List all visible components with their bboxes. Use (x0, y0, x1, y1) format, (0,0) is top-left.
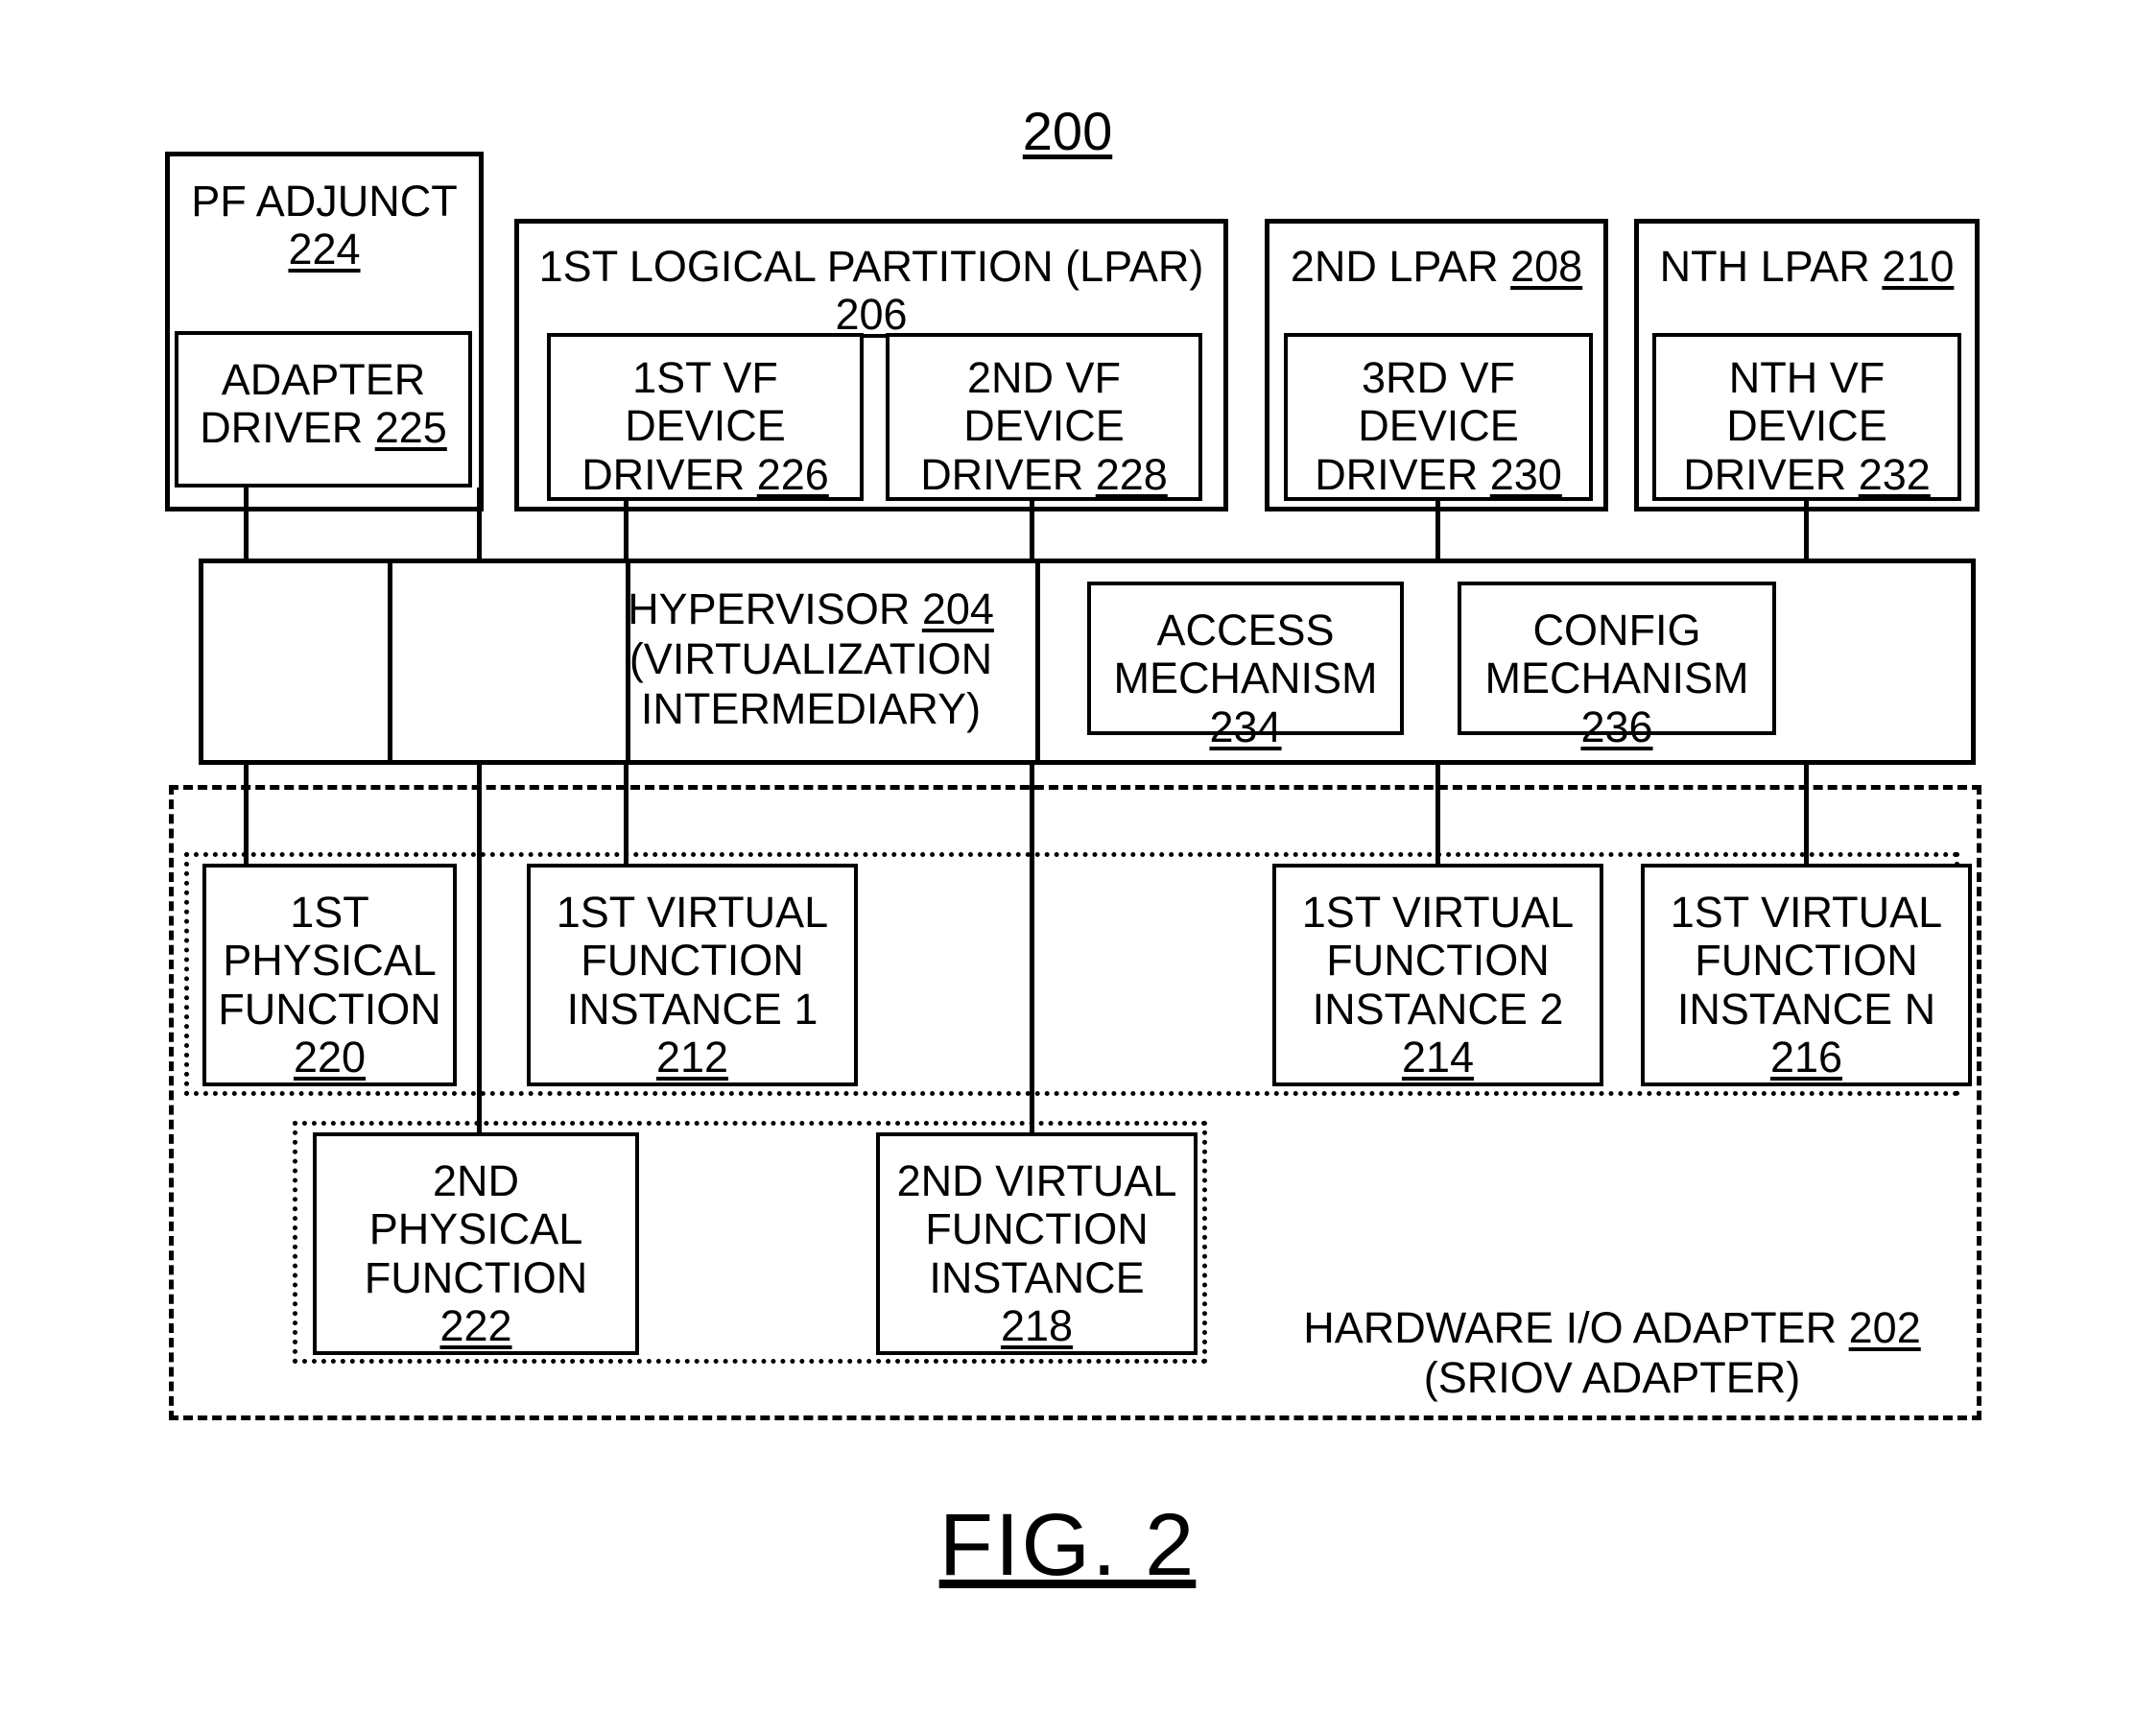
access-mechanism-box: ACCESS MECHANISM 234 (1087, 582, 1404, 751)
config-mechanism-box: CONFIG MECHANISM 236 (1458, 582, 1776, 751)
config-mechanism-ref: 236 (1580, 702, 1653, 751)
lpar-2-title: 2ND LPAR 208 (1290, 242, 1583, 291)
vf-device-driver-226-box: 1ST VF DEVICE DRIVER 226 (547, 333, 864, 501)
first-physical-function-line2: PHYSICAL (223, 936, 437, 986)
adapter-driver-ref: 225 (374, 403, 447, 453)
figure-number-text: 200 (1022, 101, 1113, 161)
vf-device-driver-230-line3-text: DRIVER (1315, 449, 1490, 499)
hypervisor-separator-d (1035, 559, 1040, 765)
vfi1-line1: 1ST VIRTUAL (556, 888, 829, 937)
vfin-line2: FUNCTION (1695, 936, 1918, 986)
vf-device-driver-232-ref: 232 (1858, 449, 1931, 499)
hypervisor-line1: HYPERVISOR 204 (605, 584, 1017, 634)
hardware-io-adapter-line1: HARDWARE I/O ADAPTER 202 (1286, 1303, 1938, 1353)
vfin-ref: 216 (1769, 1033, 1843, 1082)
vf-device-driver-226-ref: 226 (756, 449, 829, 499)
vf-device-driver-228-box: 2ND VF DEVICE DRIVER 228 (886, 333, 1202, 501)
figure-caption: FIG. 2 (0, 1495, 2135, 1597)
lpar-1-title: 1ST LOGICAL PARTITION (LPAR) (538, 242, 1204, 291)
lpar-n-ref: 210 (1882, 242, 1955, 291)
hypervisor-line1-text: HYPERVISOR (628, 584, 922, 633)
vfi1-line2: FUNCTION (581, 936, 804, 986)
vf-device-driver-228-line2: DEVICE (963, 401, 1125, 451)
vf-device-driver-232-line3-text: DRIVER (1683, 449, 1859, 499)
vf-device-driver-226-line3-text: DRIVER (581, 449, 757, 499)
adapter-driver-line2-text: DRIVER (200, 403, 375, 453)
vf-device-driver-228-line3-text: DRIVER (920, 449, 1096, 499)
hypervisor-label: HYPERVISOR 204 (VIRTUALIZATION INTERMEDI… (605, 584, 1017, 733)
first-virtual-function-instance-2-box: 1ST VIRTUAL FUNCTION INSTANCE 2 214 (1272, 864, 1603, 1086)
access-mechanism-ref: 234 (1209, 702, 1282, 751)
config-mechanism-line1: CONFIG (1532, 606, 1701, 654)
vf-device-driver-230-ref: 230 (1489, 449, 1562, 499)
vf-device-driver-232-line2: DEVICE (1726, 401, 1887, 451)
vf-device-driver-232-line1: NTH VF (1728, 353, 1886, 402)
lpar-2-title-text: 2ND LPAR (1290, 242, 1511, 291)
vf-device-driver-230-line1: 3RD VF (1361, 353, 1516, 402)
vf-device-driver-226-line3: DRIVER 226 (581, 449, 829, 499)
first-physical-function-line1: 1ST (290, 888, 369, 937)
access-mechanism-line2: MECHANISM (1113, 654, 1378, 703)
vfi2-line1: 1ST VIRTUAL (1301, 888, 1575, 937)
vf-device-driver-228-line3: DRIVER 228 (920, 449, 1168, 499)
vfin-line1: 1ST VIRTUAL (1670, 888, 1943, 937)
second-physical-function-box: 2ND PHYSICAL FUNCTION 222 (313, 1132, 639, 1355)
vfi-2nd-line1: 2ND VIRTUAL (896, 1156, 1177, 1205)
adapter-driver-line1: ADAPTER (221, 355, 426, 404)
vfi-2nd-line3: INSTANCE (929, 1252, 1145, 1302)
lpar-n-title: NTH LPAR 210 (1659, 242, 1955, 291)
figure-canvas: 200 PF ADJUNCT 224 ADAPTER DRIVER 225 1S… (0, 0, 2135, 1736)
first-physical-function-line3: FUNCTION (218, 984, 441, 1034)
hardware-io-adapter-ref: 202 (1848, 1303, 1921, 1352)
hypervisor-ref: 204 (921, 584, 994, 633)
vf-device-driver-228-line1: 2ND VF (966, 353, 1122, 402)
vfin-line3: INSTANCE N (1676, 984, 1936, 1034)
adapter-driver-line2: DRIVER 225 (200, 404, 447, 452)
first-physical-function-ref: 220 (293, 1033, 367, 1082)
vfi2-ref: 214 (1401, 1033, 1475, 1082)
vf-device-driver-228-ref: 228 (1095, 449, 1168, 499)
second-virtual-function-instance-box: 2ND VIRTUAL FUNCTION INSTANCE 218 (876, 1132, 1198, 1355)
hypervisor-line3: INTERMEDIARY) (640, 683, 982, 733)
vf-device-driver-230-line2: DEVICE (1358, 401, 1519, 451)
vf-device-driver-226-line1: 1ST VF (632, 353, 778, 402)
hypervisor-line2: (VIRTUALIZATION (629, 633, 993, 683)
hypervisor-separator-a (199, 559, 203, 765)
config-mechanism-line2: MECHANISM (1484, 654, 1749, 703)
hypervisor-separator-b (388, 559, 392, 765)
vf-device-driver-230-box: 3RD VF DEVICE DRIVER 230 (1284, 333, 1593, 501)
vf-device-driver-232-line3: DRIVER 232 (1683, 449, 1931, 499)
hardware-io-adapter-line2: (SRIOV ADAPTER) (1423, 1352, 1801, 1402)
pf-adjunct-ref: 224 (288, 225, 361, 274)
second-physical-function-line1: 2ND (432, 1156, 520, 1205)
figure-caption-text: FIG. 2 (938, 1496, 1197, 1594)
vfi1-ref: 212 (655, 1033, 729, 1082)
pf-adjunct-title: PF ADJUNCT (191, 177, 458, 226)
hardware-io-adapter-label: HARDWARE I/O ADAPTER 202 (SRIOV ADAPTER) (1286, 1303, 1938, 1403)
first-virtual-function-instance-1-box: 1ST VIRTUAL FUNCTION INSTANCE 1 212 (527, 864, 858, 1086)
vfi2-line2: FUNCTION (1326, 936, 1550, 986)
second-physical-function-line3: FUNCTION (364, 1252, 588, 1302)
lpar-2-ref: 208 (1510, 242, 1583, 291)
hardware-io-adapter-line1-text: HARDWARE I/O ADAPTER (1303, 1303, 1849, 1352)
vf-device-driver-232-box: NTH VF DEVICE DRIVER 232 (1652, 333, 1961, 501)
first-physical-function-box: 1ST PHYSICAL FUNCTION 220 (202, 864, 457, 1086)
adapter-driver-box: ADAPTER DRIVER 225 (175, 331, 472, 488)
vfi2-line3: INSTANCE 2 (1312, 984, 1564, 1034)
lpar-n-title-text: NTH LPAR (1659, 242, 1883, 291)
second-physical-function-line2: PHYSICAL (368, 1204, 583, 1254)
access-mechanism-line1: ACCESS (1156, 606, 1335, 654)
vfi-2nd-line2: FUNCTION (925, 1204, 1149, 1254)
second-physical-function-ref: 222 (439, 1301, 512, 1351)
vfi-2nd-ref: 218 (1000, 1301, 1074, 1351)
vf-device-driver-226-line2: DEVICE (625, 401, 786, 451)
vf-device-driver-230-line3: DRIVER 230 (1315, 449, 1562, 499)
first-virtual-function-instance-n-box: 1ST VIRTUAL FUNCTION INSTANCE N 216 (1641, 864, 1972, 1086)
vfi1-line3: INSTANCE 1 (566, 984, 818, 1034)
